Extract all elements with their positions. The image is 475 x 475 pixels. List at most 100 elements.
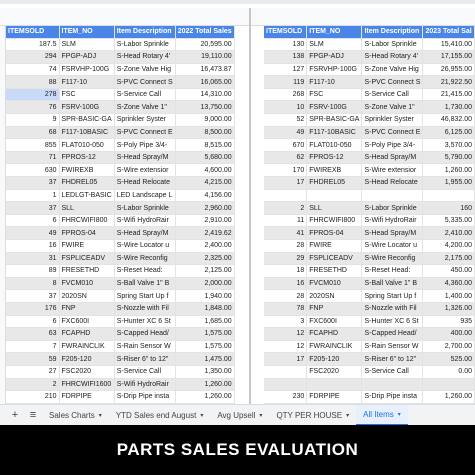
table-cell[interactable]: 17 xyxy=(264,352,308,366)
table-cell[interactable]: 6 xyxy=(6,315,60,329)
table-cell[interactable]: 1,400.00 xyxy=(422,289,475,303)
table-cell[interactable]: 17,155.00 xyxy=(422,50,475,64)
table-cell[interactable]: LEDLGT-BASIC xyxy=(59,189,115,203)
table-cell[interactable]: 28 xyxy=(264,289,308,303)
table-cell[interactable]: S-Labor Sprinkle xyxy=(361,38,424,52)
table-cell[interactable]: 13,750.00 xyxy=(175,100,235,115)
table-cell[interactable]: 2020SN xyxy=(306,289,363,303)
table-cell[interactable]: 9,000.00 xyxy=(175,113,235,127)
table-cell[interactable]: 2,700.00 xyxy=(422,340,475,354)
table-cell[interactable]: 1,685.00 xyxy=(175,315,235,329)
table-cell[interactable]: 9 xyxy=(6,113,60,127)
table-cell[interactable]: 68 xyxy=(6,126,60,140)
table-cell[interactable]: S-Hunter XC 6 St xyxy=(361,315,424,329)
table-cell[interactable]: FSPLICEADV xyxy=(306,252,363,266)
table-cell[interactable]: 2020SN xyxy=(59,289,115,303)
table-cell[interactable]: 187.5 xyxy=(6,38,60,52)
table-cell[interactable]: S-Head Spray/M xyxy=(361,151,424,165)
spreadsheet-grid[interactable]: ITEMSOLD ITEM_NO Item Description 2022 Tota… xyxy=(0,0,475,404)
column-header[interactable]: 2023 Total Sal xyxy=(422,26,475,39)
table-cell[interactable]: S-Head Rotary 4' xyxy=(361,50,424,64)
table-cell[interactable]: FRESETHD xyxy=(59,264,115,278)
column-header[interactable]: ITEM_NO xyxy=(59,26,115,39)
table-cell[interactable]: FPROS-04 xyxy=(306,226,363,240)
table-cell[interactable] xyxy=(306,378,363,392)
table-cell[interactable]: 4,360.00 xyxy=(422,277,475,291)
table-cell[interactable]: 8,515.00 xyxy=(175,138,235,152)
table-cell[interactable]: 4,156.00 xyxy=(175,189,235,203)
table-cell[interactable]: S-Service Call xyxy=(114,365,176,379)
table-cell[interactable]: S-Wire Reconfig xyxy=(361,252,424,266)
table-cell[interactable]: S-Nozzle with Fil xyxy=(361,302,424,316)
table-cell[interactable]: FSC xyxy=(306,88,363,102)
table-cell[interactable]: 63 xyxy=(6,327,60,341)
table-cell[interactable]: Sprinkler Syster xyxy=(361,113,424,127)
table-cell[interactable]: FHRCWIFI1600 xyxy=(59,378,115,392)
table-cell[interactable]: 8,500.00 xyxy=(175,126,235,140)
table-cell[interactable]: 14,310.00 xyxy=(175,88,235,102)
table-cell[interactable]: 670 xyxy=(264,138,308,152)
table-cell[interactable]: S-PVC Connect S xyxy=(361,75,424,89)
chevron-down-icon[interactable]: ▾ xyxy=(398,411,401,418)
table-cell[interactable]: S-Wire Locator u xyxy=(361,239,424,253)
table-cell[interactable]: FHDREL05 xyxy=(59,176,115,190)
table-cell[interactable]: FSRVHP-100G xyxy=(306,63,363,77)
table-cell[interactable]: 2 xyxy=(6,378,60,392)
add-sheet-icon[interactable]: + xyxy=(6,409,24,421)
column-header[interactable]: Item Description xyxy=(361,26,424,39)
table-cell[interactable]: FPROS-04 xyxy=(59,226,115,240)
table-cell[interactable]: 19,110.00 xyxy=(175,50,235,64)
table-cell[interactable]: 76 xyxy=(6,100,60,115)
table-cell[interactable]: S-Head Relocate xyxy=(361,176,424,190)
sheet-tab[interactable]: QTY PER HOUSE ▾ xyxy=(269,405,356,426)
table-cell[interactable]: 4,215.00 xyxy=(175,176,235,190)
table-cell[interactable]: FSC2020 xyxy=(59,365,115,379)
table-cell[interactable]: 46,832.00 xyxy=(422,113,475,127)
table-cell[interactable]: SLM xyxy=(306,38,363,52)
table-cell[interactable]: 17 xyxy=(264,176,308,190)
table-cell[interactable]: 2,419.62 xyxy=(175,226,235,240)
table-cell[interactable]: FSRVHP-100G xyxy=(59,63,115,77)
table-cell[interactable]: S-Drip Pipe insta xyxy=(361,390,424,404)
table-cell[interactable]: F117-10 xyxy=(306,75,363,89)
table-cell[interactable]: S-Rain Sensor W xyxy=(114,340,176,354)
table-cell[interactable]: 37 xyxy=(6,176,60,190)
table-cell[interactable]: 6,125.00 xyxy=(422,126,475,140)
table-cell[interactable]: SPR-BASIC-GA xyxy=(306,113,363,127)
table-cell[interactable]: 11 xyxy=(264,214,308,228)
table-cell[interactable]: S-Reset Head: xyxy=(361,264,424,278)
table-cell[interactable]: 1,350.00 xyxy=(175,365,235,379)
table-cell[interactable]: S-Labor Sprinkle xyxy=(114,38,176,52)
table-cell[interactable] xyxy=(422,189,475,203)
table-cell[interactable]: FWIRE xyxy=(59,239,115,253)
table-cell[interactable]: S-Capped Head/ xyxy=(114,327,176,341)
table-cell[interactable] xyxy=(264,378,308,392)
table-cell[interactable]: S-Poly Pipe 3/4- xyxy=(114,138,176,152)
table-cell[interactable]: SLL xyxy=(306,201,363,215)
table-cell[interactable]: F205-120 xyxy=(59,352,115,366)
table-cell[interactable]: 268 xyxy=(264,88,308,102)
table-cell[interactable] xyxy=(361,378,424,392)
table-cell[interactable]: FSRV-100G xyxy=(306,100,363,115)
table-cell[interactable]: FWRAINCLIK xyxy=(59,340,115,354)
table-cell[interactable]: S-Poly Pipe 3/4- xyxy=(361,138,424,152)
table-cell[interactable]: FWIREXB xyxy=(59,163,115,178)
table-cell[interactable]: Spring Start Up f xyxy=(361,289,424,303)
table-cell[interactable]: S-Nozzle with Fil xyxy=(114,302,176,316)
table-cell[interactable] xyxy=(361,189,424,203)
table-cell[interactable]: S-Hunter XC 6 St xyxy=(114,315,176,329)
column-header[interactable]: 2022 Total Sales xyxy=(175,26,235,39)
table-cell[interactable]: 16 xyxy=(6,239,60,253)
table-cell[interactable]: F117-10BASIC xyxy=(59,126,115,140)
table-cell[interactable]: S-Head Relocate xyxy=(114,176,176,190)
table-cell[interactable]: 27 xyxy=(6,365,60,379)
table-cell[interactable]: FPGP-ADJ xyxy=(59,50,115,64)
table-cell[interactable]: 630 xyxy=(6,163,60,178)
table-cell[interactable]: 170 xyxy=(264,163,308,178)
table-cell[interactable]: S-Head Spray/M xyxy=(114,226,176,240)
table-cell[interactable]: S-Zone Valve Hig xyxy=(114,63,176,77)
table-cell[interactable]: FWIREXB xyxy=(306,163,363,178)
table-cell[interactable]: 49 xyxy=(6,226,60,240)
table-cell[interactable]: 176 xyxy=(6,302,60,316)
table-cell[interactable]: 41 xyxy=(264,226,308,240)
